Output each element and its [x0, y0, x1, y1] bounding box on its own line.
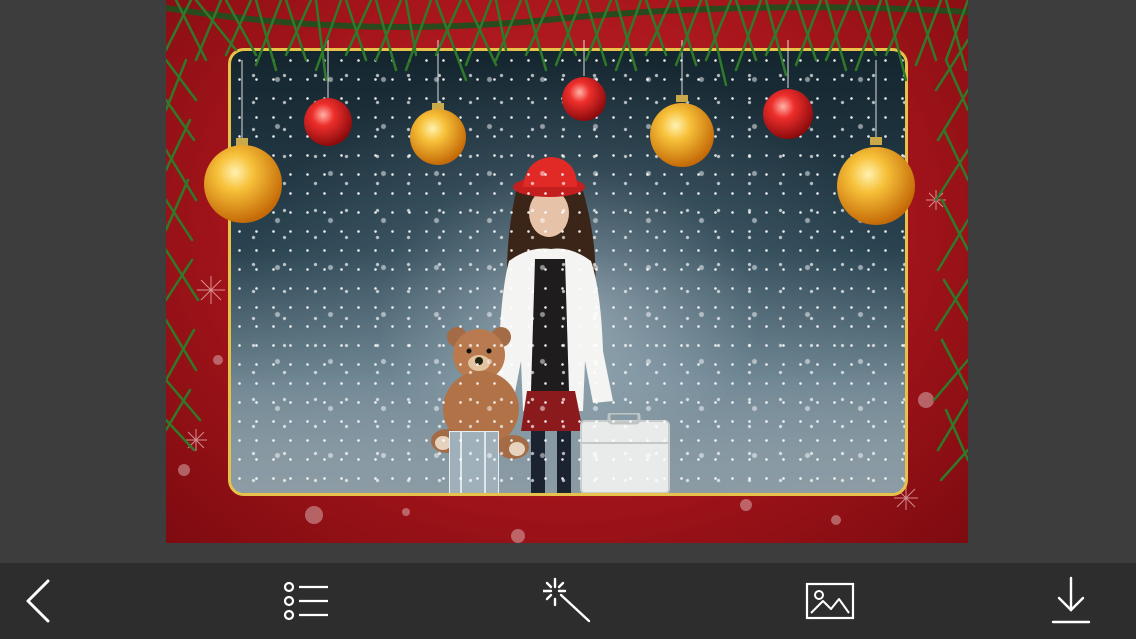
christmas-photo-frame	[166, 0, 968, 543]
bottom-toolbar	[0, 563, 1136, 639]
frames-list-button[interactable]	[277, 575, 333, 627]
magic-wand-icon	[543, 577, 591, 623]
image-icon	[805, 582, 855, 620]
back-button[interactable]	[12, 575, 68, 627]
snowfall-overlay	[231, 51, 905, 493]
download-button[interactable]	[1043, 575, 1099, 627]
list-icon	[283, 581, 328, 621]
main-photo	[228, 48, 908, 496]
effects-button[interactable]	[540, 575, 596, 627]
gallery-button[interactable]	[802, 575, 858, 627]
chevron-left-icon	[26, 579, 50, 623]
editor-canvas-area	[0, 0, 1136, 563]
download-icon	[1051, 576, 1091, 624]
